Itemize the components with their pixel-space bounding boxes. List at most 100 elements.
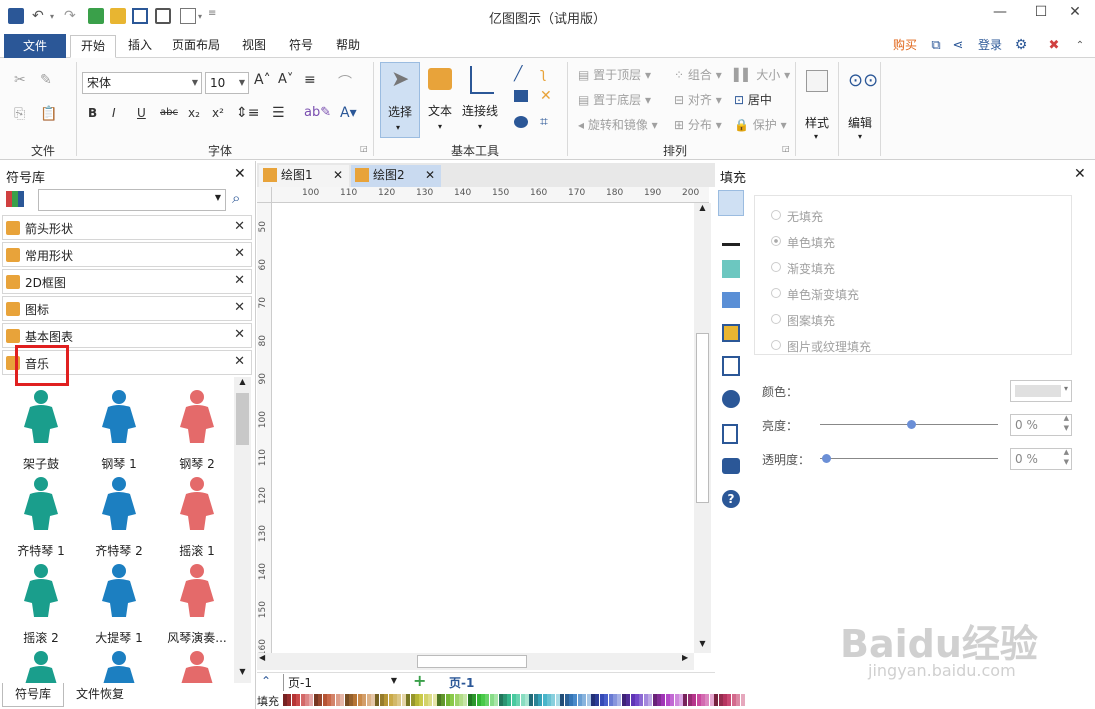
palette-swatch[interactable] xyxy=(582,694,587,706)
search-icon[interactable]: ⌕ xyxy=(232,189,240,207)
line-icon[interactable]: ╱ xyxy=(514,66,522,82)
collapse-ribbon-icon[interactable]: ⌃ xyxy=(1070,35,1090,58)
palette-swatch[interactable] xyxy=(727,694,732,706)
style-button[interactable]: 样式 ▾ xyxy=(802,62,834,150)
palette-swatch[interactable] xyxy=(511,694,516,706)
shape-item[interactable]: 架子鼓 xyxy=(2,385,80,471)
library-common[interactable]: 常用形状 ✕ xyxy=(2,242,252,267)
line-style-icon[interactable] xyxy=(722,228,740,246)
close-icon[interactable]: ✕ xyxy=(234,166,246,182)
palette-swatch[interactable] xyxy=(604,694,609,706)
tab-page-layout[interactable]: 页面布局 xyxy=(166,35,226,58)
tab-home[interactable]: 开始 xyxy=(70,35,116,58)
distribute-button[interactable]: ⊞ 分布 ▾ xyxy=(674,116,722,133)
palette-swatch[interactable] xyxy=(503,694,507,706)
palette-swatch[interactable] xyxy=(705,694,710,706)
palette-swatch[interactable] xyxy=(437,694,441,706)
library-2d-block[interactable]: 2D框图 ✕ xyxy=(2,269,252,294)
palette-swatch[interactable] xyxy=(635,694,639,706)
palette-swatch[interactable] xyxy=(371,694,375,706)
align-text-icon[interactable]: ≡ xyxy=(304,72,316,88)
font-size-select[interactable]: 10 ▼ xyxy=(205,72,249,94)
palette-swatch[interactable] xyxy=(723,694,727,706)
drawing-canvas[interactable] xyxy=(272,203,694,653)
share-box-icon[interactable]: ⧉ xyxy=(928,35,944,58)
palette-swatch[interactable] xyxy=(648,694,653,706)
grow-font-icon[interactable]: A˄ xyxy=(254,72,271,88)
palette-swatch[interactable] xyxy=(467,694,472,706)
bold-icon[interactable]: B xyxy=(88,106,97,120)
doc-tab-2[interactable]: 绘图2 ✕ xyxy=(351,165,441,187)
palette-swatch[interactable] xyxy=(661,694,666,706)
shape-item[interactable]: 大提琴 1 xyxy=(80,559,158,645)
palette-swatch[interactable] xyxy=(472,694,477,706)
palette-swatch[interactable] xyxy=(318,694,323,706)
palette-swatch[interactable] xyxy=(291,694,296,706)
palette-swatch[interactable] xyxy=(344,694,349,706)
scroll-up-icon[interactable]: ▲ xyxy=(234,377,251,391)
palette-swatches[interactable] xyxy=(283,694,745,706)
share-icon[interactable]: ⋖ xyxy=(950,35,966,58)
brightness-input[interactable]: 0 % ▲ ▼ xyxy=(1010,414,1072,436)
palette-swatch[interactable] xyxy=(617,694,622,706)
scroll-left-icon[interactable]: ◀ xyxy=(259,653,265,662)
font-dialog-launcher-icon[interactable]: ◲ xyxy=(360,144,368,153)
page-collapse-icon[interactable]: ⌃ xyxy=(261,674,271,688)
add-page-icon[interactable]: + xyxy=(413,671,426,690)
palette-swatch[interactable] xyxy=(322,694,327,706)
layer-icon[interactable] xyxy=(722,324,740,342)
palette-swatch[interactable] xyxy=(335,694,340,706)
palette-swatch[interactable] xyxy=(538,694,543,706)
palette-swatch[interactable] xyxy=(639,694,644,706)
page-select[interactable]: 页-1 ▼ xyxy=(283,674,401,691)
data-icon[interactable] xyxy=(722,356,740,376)
font-color-icon[interactable]: A▾ xyxy=(340,105,357,121)
scroll-thumb[interactable] xyxy=(417,655,527,668)
close-icon[interactable]: ✕ xyxy=(425,165,435,185)
palette-swatch[interactable] xyxy=(410,694,415,706)
palette-swatch[interactable] xyxy=(564,694,569,706)
paste-icon[interactable]: 📋 xyxy=(40,106,57,122)
close-icon[interactable]: ✕ xyxy=(1074,166,1086,182)
palette-swatch[interactable] xyxy=(696,694,701,706)
palette-swatch[interactable] xyxy=(652,694,657,706)
comment-icon[interactable] xyxy=(722,458,740,474)
underline-icon[interactable]: U xyxy=(137,106,146,120)
palette-swatch[interactable] xyxy=(476,694,481,706)
color-picker[interactable]: ▾ xyxy=(1010,380,1072,402)
palette-swatch[interactable] xyxy=(331,694,336,706)
palette-swatch[interactable] xyxy=(569,694,573,706)
crop-icon[interactable]: ⌗ xyxy=(540,114,548,130)
canvas-vertical-scrollbar[interactable]: ▲ ▼ xyxy=(694,203,711,653)
palette-swatch[interactable] xyxy=(643,694,648,706)
palette-swatch[interactable] xyxy=(701,694,705,706)
palette-swatch[interactable] xyxy=(687,694,692,706)
palette-swatch[interactable] xyxy=(384,694,389,706)
palette-swatch[interactable] xyxy=(718,694,723,706)
palette-swatch[interactable] xyxy=(621,694,626,706)
palette-swatch[interactable] xyxy=(507,694,512,706)
cut-icon[interactable]: ✂ xyxy=(14,72,26,88)
palette-swatch[interactable] xyxy=(529,694,534,706)
connector-tool-button[interactable]: 连接线 ▾ xyxy=(462,62,502,138)
scroll-down-icon[interactable]: ▼ xyxy=(694,639,711,653)
palette-swatch[interactable] xyxy=(428,694,433,706)
image-icon[interactable] xyxy=(722,292,740,308)
spinner-icon[interactable]: ▲ ▼ xyxy=(1064,447,1069,467)
group-button[interactable]: ⁘ 组合 ▾ xyxy=(674,66,722,83)
buy-link[interactable]: 购买 xyxy=(888,35,922,58)
shrink-font-icon[interactable]: A˅ xyxy=(278,72,293,87)
palette-swatch[interactable] xyxy=(419,694,424,706)
palette-swatch[interactable] xyxy=(498,694,503,706)
palette-swatch[interactable] xyxy=(287,694,292,706)
palette-swatch[interactable] xyxy=(731,694,736,706)
scroll-thumb[interactable] xyxy=(236,393,249,445)
close-icon[interactable]: ✕ xyxy=(333,165,343,185)
palette-swatch[interactable] xyxy=(547,694,551,706)
library-icons[interactable]: 图标 ✕ xyxy=(2,296,252,321)
attachment-icon[interactable] xyxy=(722,424,738,444)
palette-swatch[interactable] xyxy=(300,694,305,706)
tab-insert[interactable]: 插入 xyxy=(122,35,158,58)
shape-scrollbar[interactable]: ▲ ▼ xyxy=(234,377,251,683)
bring-to-front-button[interactable]: ▤ 置于顶层 ▾ xyxy=(578,66,651,83)
